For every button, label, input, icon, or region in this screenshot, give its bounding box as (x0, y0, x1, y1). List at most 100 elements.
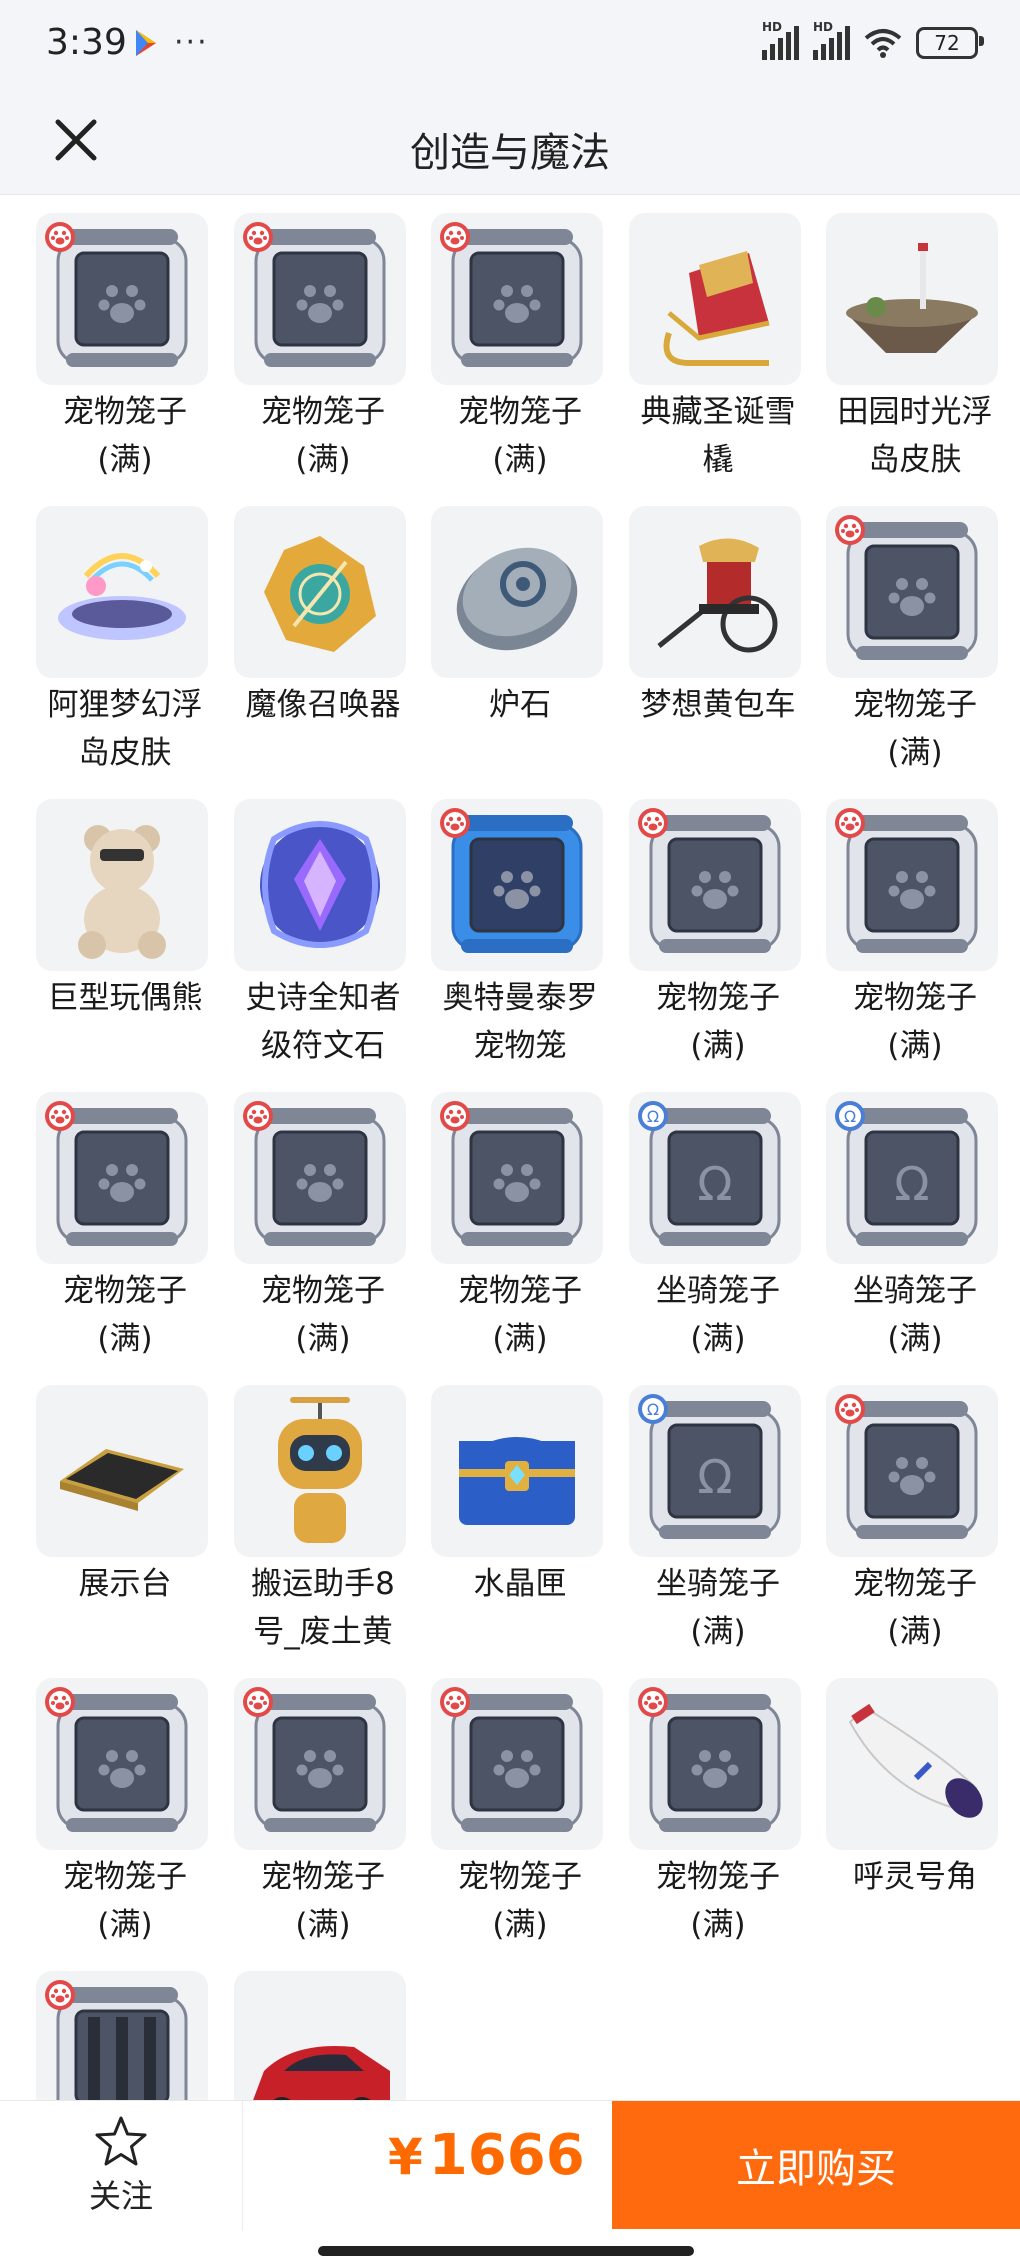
item-card[interactable]: 宠物笼子 (满) (26, 194, 224, 488)
status-indicators: HD HD 72 (762, 20, 984, 60)
item-label: 坐骑笼子 (满) (853, 1273, 977, 1357)
status-notifications: ··· (134, 28, 209, 58)
item-card[interactable]: 呼灵号角 (816, 1659, 1014, 1953)
item-label: 宠物笼子 (满) (458, 394, 582, 478)
more-notifications-icon: ··· (174, 25, 209, 60)
svg-text:Ω: Ω (894, 1157, 929, 1211)
pet-cage-icon (36, 213, 208, 385)
pet-cage-icon (234, 1092, 406, 1264)
item-grid: 宠物笼子 (满) 宠物笼子 (满) 宠物笼子 (满) 典藏圣诞雪 橇田园时光浮 岛皮肤… (0, 194, 1020, 2100)
display-stand-icon (36, 1385, 208, 1557)
item-card[interactable]: 魔像召唤器 (224, 487, 422, 781)
svg-text:Ω: Ω (647, 1107, 659, 1126)
item-card[interactable]: 宠物笼子 (满) (421, 1659, 619, 1953)
svg-text:Ω: Ω (697, 1450, 732, 1504)
item-card[interactable] (26, 1952, 224, 2100)
play-store-icon (136, 30, 156, 56)
item-card[interactable]: 奥特曼泰罗 宠物笼 (421, 780, 619, 1074)
barred-cage-icon (36, 1971, 208, 2100)
buy-now-button[interactable]: 立即购买 (612, 2101, 1020, 2229)
crystal-chest-icon (431, 1385, 603, 1557)
pet-cage-icon (629, 1678, 801, 1850)
item-card[interactable]: Ω Ω 坐骑笼子 (满) (619, 1366, 817, 1660)
item-card[interactable]: 梦想黄包车 (619, 487, 817, 781)
item-card[interactable]: 展示台 (26, 1366, 224, 1660)
page-header: 创造与魔法 (0, 90, 1020, 195)
item-label: 魔像召唤器 (245, 687, 401, 723)
item-label: 搬运助手8 号_废土黄 (251, 1566, 395, 1650)
item-card[interactable]: 宠物笼子 (满) (421, 194, 619, 488)
hearthstone-icon (431, 506, 603, 678)
pet-cage-icon (234, 1678, 406, 1850)
status-bar: 3:39 ··· HD HD 72 (0, 0, 1020, 90)
item-label: 奥特曼泰罗 宠物笼 (442, 980, 598, 1064)
follow-label: 关注 (88, 2177, 153, 2215)
battery-icon: 72 (916, 27, 984, 59)
price: ¥ 1666 (388, 2123, 585, 2188)
item-card[interactable]: Ω Ω 坐骑笼子 (满) (816, 1073, 1014, 1367)
price-value: 1666 (428, 2123, 585, 2188)
item-card[interactable] (224, 1952, 422, 2100)
item-label: 阿狸梦幻浮 岛皮肤 (47, 687, 203, 771)
teddy-bear-icon (36, 799, 208, 971)
item-label: 典藏圣诞雪 橇 (640, 394, 796, 478)
item-label: 宠物笼子 (满) (261, 394, 385, 478)
item-card[interactable]: 宠物笼子 (满) (619, 780, 817, 1074)
bottom-action-bar: 关注 ¥ 1666 立即购买 (0, 2100, 1020, 2231)
mount-cage-icon: ΩΩ (826, 1092, 998, 1264)
item-card[interactable]: 宠物笼子 (满) (224, 194, 422, 488)
item-label: 水晶匣 (473, 1566, 567, 1602)
dream-island-icon (36, 506, 208, 678)
item-card[interactable]: 宠物笼子 (满) (816, 780, 1014, 1074)
item-label: 宠物笼子 (满) (63, 394, 187, 478)
item-label: 宠物笼子 (满) (261, 1273, 385, 1357)
item-card[interactable]: 田园时光浮 岛皮肤 (816, 194, 1014, 488)
item-card[interactable]: 宠物笼子 (满) (816, 1366, 1014, 1660)
item-card[interactable]: 水晶匣 (421, 1366, 619, 1660)
item-label: 炉石 (489, 687, 551, 723)
pet-cage-icon (234, 213, 406, 385)
item-card[interactable]: 阿狸梦幻浮 岛皮肤 (26, 487, 224, 781)
item-card[interactable]: 搬运助手8 号_废土黄 (224, 1366, 422, 1660)
sleigh-icon (629, 213, 801, 385)
svg-text:Ω: Ω (844, 1107, 856, 1126)
pet-cage-icon (431, 1092, 603, 1264)
red-car-icon (234, 1971, 406, 2100)
item-label: 坐骑笼子 (满) (656, 1566, 780, 1650)
item-label: 宠物笼子 (满) (656, 1859, 780, 1943)
item-card[interactable]: 典藏圣诞雪 橇 (619, 194, 817, 488)
pet-cage-icon (826, 1385, 998, 1557)
signal-icon: HD (813, 20, 850, 60)
robot-helper-icon (234, 1385, 406, 1557)
item-card[interactable]: 宠物笼子 (满) (26, 1659, 224, 1953)
item-label: 宠物笼子 (满) (63, 1273, 187, 1357)
floating-island-icon (826, 213, 998, 385)
item-label: 宠物笼子 (满) (458, 1273, 582, 1357)
item-card[interactable]: 宠物笼子 (满) (26, 1073, 224, 1367)
item-card[interactable]: 炉石 (421, 487, 619, 781)
item-card[interactable]: Ω Ω 坐骑笼子 (满) (619, 1073, 817, 1367)
pet-cage-icon (36, 1678, 208, 1850)
item-card[interactable]: 宠物笼子 (满) (619, 1659, 817, 1953)
golem-summoner-icon (234, 506, 406, 678)
item-card[interactable]: 宠物笼子 (满) (224, 1659, 422, 1953)
item-label: 宠物笼子 (满) (853, 980, 977, 1064)
svg-text:Ω: Ω (647, 1400, 659, 1419)
item-card[interactable]: 史诗全知者 级符文石 (224, 780, 422, 1074)
item-card[interactable]: 宠物笼子 (满) (421, 1073, 619, 1367)
item-label: 呼灵号角 (853, 1859, 977, 1895)
item-card[interactable]: 宠物笼子 (满) (816, 487, 1014, 781)
rune-stone-icon (234, 799, 406, 971)
pet-cage-icon (629, 799, 801, 971)
page-title: 创造与魔法 (410, 130, 610, 176)
item-label: 巨型玩偶熊 (47, 980, 203, 1016)
item-card[interactable]: 巨型玩偶熊 (26, 780, 224, 1074)
pet-cage-icon (431, 1678, 603, 1850)
pet-cage-icon (36, 1092, 208, 1264)
pet-cage-icon (826, 799, 998, 971)
item-label: 宠物笼子 (满) (853, 1566, 977, 1650)
item-label: 展示台 (78, 1566, 172, 1602)
follow-button[interactable]: 关注 (0, 2101, 243, 2231)
status-time: 3:39 (46, 22, 127, 63)
item-card[interactable]: 宠物笼子 (满) (224, 1073, 422, 1367)
